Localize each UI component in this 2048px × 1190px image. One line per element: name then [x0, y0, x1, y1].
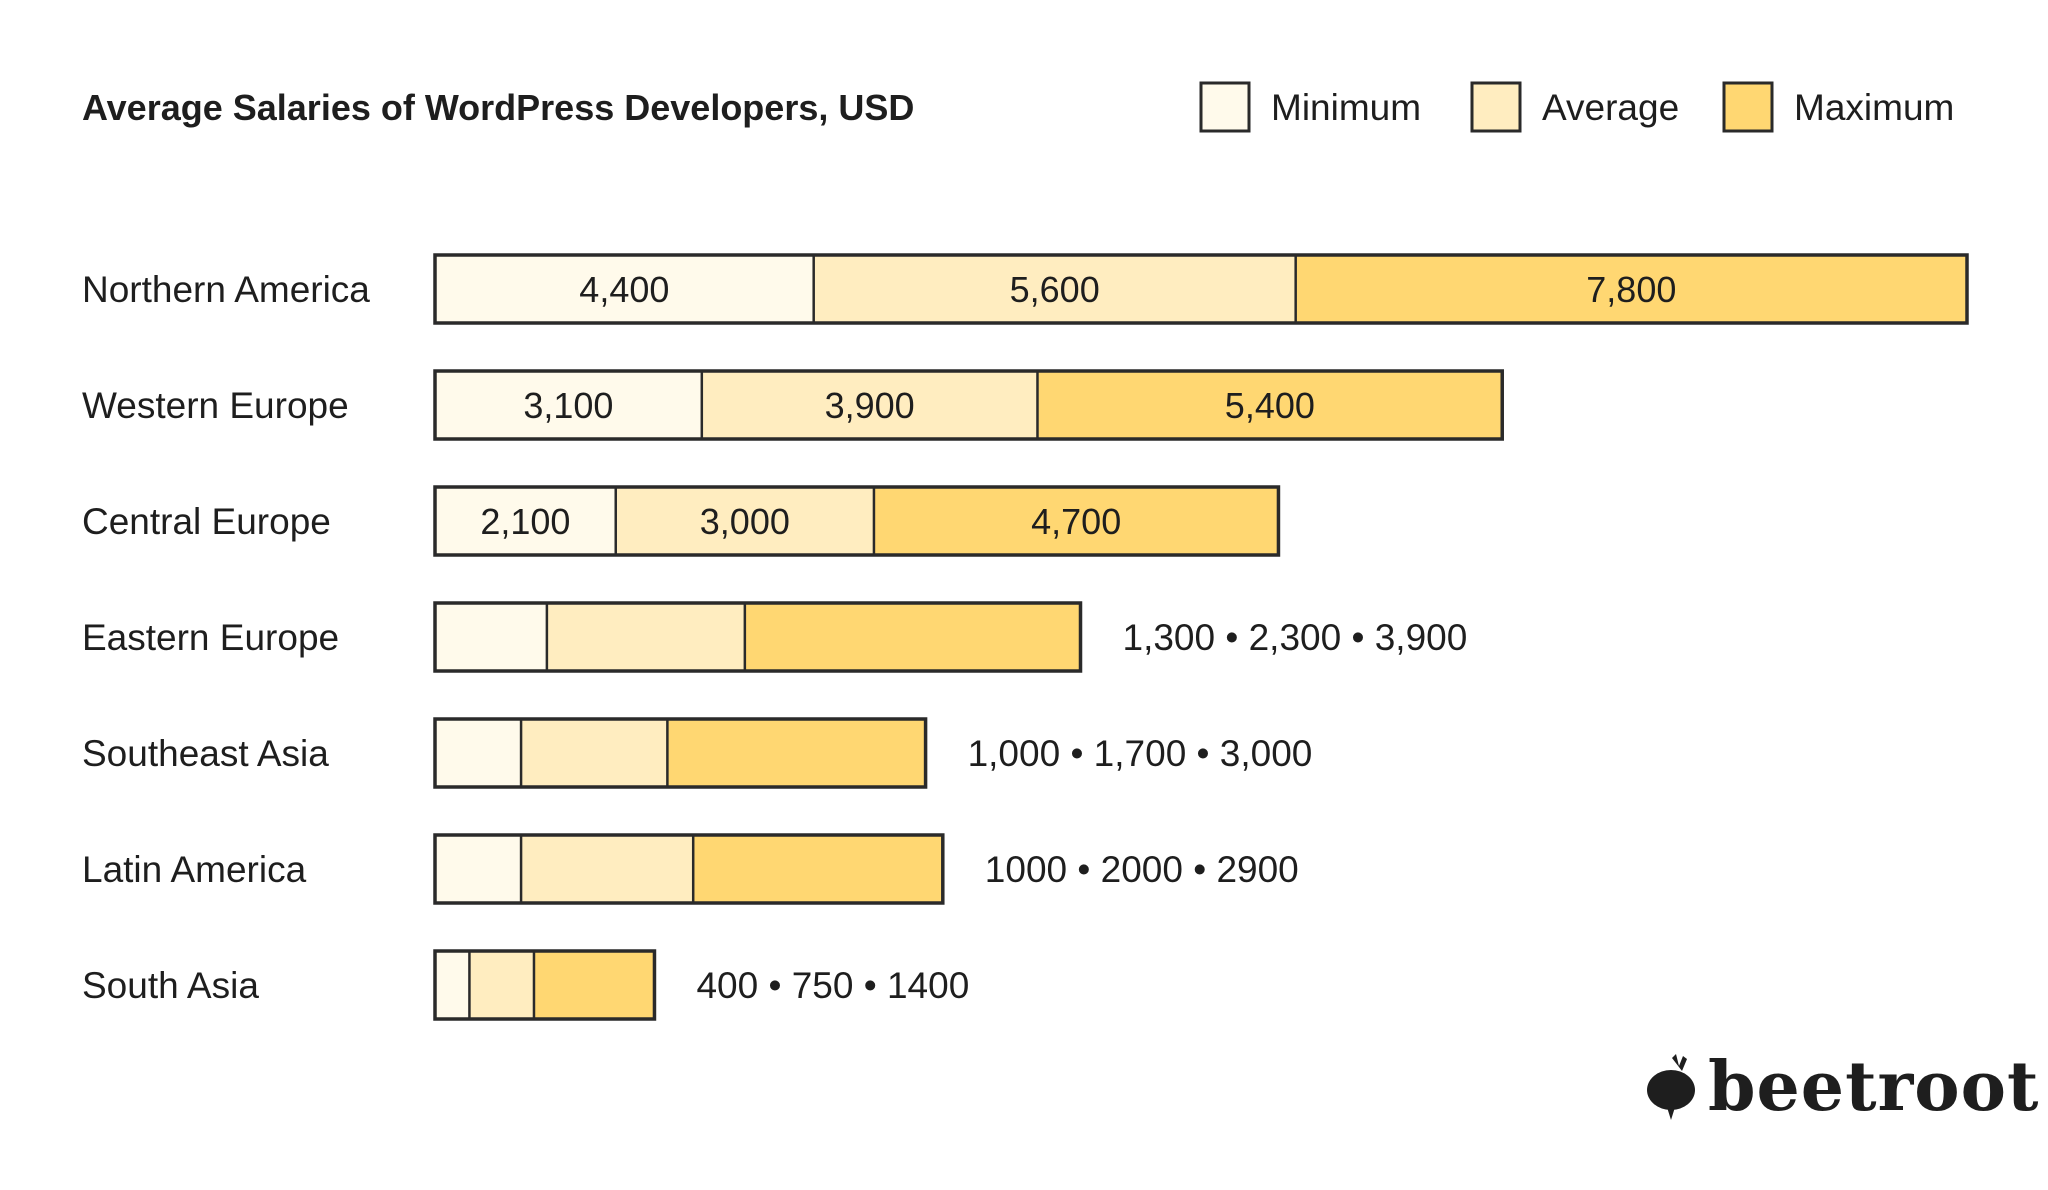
legend: Minimum Average Maximum — [1199, 81, 1954, 133]
bar-row: Western Europe 3,100 3,900 5,400 — [82, 369, 1504, 441]
bar-segment-maximum — [667, 719, 926, 787]
data-label-summary: 1,300 • 2,300 • 3,900 — [1123, 617, 1468, 658]
legend-item-minimum: Minimum — [1199, 81, 1421, 133]
row-label: Eastern Europe — [82, 617, 339, 658]
legend-label-maximum: Maximum — [1794, 87, 1954, 128]
bar-row: Central Europe 2,100 3,000 4,700 — [82, 485, 1281, 557]
brand-logo: beetroot — [1647, 1047, 2039, 1127]
row-label: South Asia — [82, 965, 259, 1006]
row-label: Western Europe — [82, 385, 349, 426]
bar-segment-average — [521, 719, 668, 787]
bar-segment-minimum — [435, 719, 522, 787]
beetroot-icon — [1647, 1054, 1695, 1120]
brand-name: beetroot — [1708, 1047, 2039, 1127]
bar-rows: Northern America 4,400 5,600 7,800 Western E… — [82, 253, 1969, 1021]
bar-row: Eastern Europe 1,300 • 2,300 • 3,900 — [82, 601, 1468, 673]
legend-swatch-maximum — [1722, 81, 1774, 133]
bar-row: Latin America 1000 • 2000 • 2900 — [82, 833, 1299, 905]
bar-segment-maximum — [744, 603, 1081, 671]
bar-segment-maximum — [693, 835, 943, 903]
data-label-minimum: 2,100 — [480, 501, 570, 542]
bar-segment-average — [546, 603, 745, 671]
data-label-average: 5,600 — [1010, 269, 1100, 310]
legend-item-average: Average — [1470, 81, 1679, 133]
data-label-maximum: 4,700 — [1031, 501, 1121, 542]
data-label-summary: 1000 • 2000 • 2900 — [985, 849, 1299, 890]
row-label: Latin America — [82, 849, 307, 890]
chart-title: Average Salaries of WordPress Developers… — [82, 87, 914, 128]
salary-chart: Average Salaries of WordPress Developers… — [82, 81, 2039, 1127]
bar-row: Southeast Asia 1,000 • 1,700 • 3,000 — [82, 717, 1313, 789]
bar-segment-minimum — [435, 951, 470, 1019]
legend-item-maximum: Maximum — [1722, 81, 1954, 133]
bar-row: South Asia 400 • 750 • 1400 — [82, 949, 969, 1021]
row-label: Central Europe — [82, 501, 331, 542]
legend-label-average: Average — [1542, 87, 1679, 128]
bar-segment-average — [521, 835, 694, 903]
data-label-maximum: 7,800 — [1586, 269, 1676, 310]
legend-swatch-average — [1470, 81, 1522, 133]
data-label-summary: 400 • 750 • 1400 — [696, 965, 969, 1006]
bar-segment-minimum — [435, 603, 547, 671]
data-label-maximum: 5,400 — [1225, 385, 1315, 426]
data-label-minimum: 4,400 — [579, 269, 669, 310]
row-label: Northern America — [82, 269, 370, 310]
data-label-minimum: 3,100 — [523, 385, 613, 426]
legend-label-minimum: Minimum — [1271, 87, 1421, 128]
bar-segment-minimum — [435, 835, 522, 903]
data-label-average: 3,000 — [700, 501, 790, 542]
bar-row: Northern America 4,400 5,600 7,800 — [82, 253, 1969, 325]
bar-segment-average — [469, 951, 534, 1019]
legend-swatch-minimum — [1199, 81, 1251, 133]
data-label-summary: 1,000 • 1,700 • 3,000 — [968, 733, 1313, 774]
bar-segment-maximum — [533, 951, 655, 1019]
row-label: Southeast Asia — [82, 733, 329, 774]
data-label-average: 3,900 — [825, 385, 915, 426]
